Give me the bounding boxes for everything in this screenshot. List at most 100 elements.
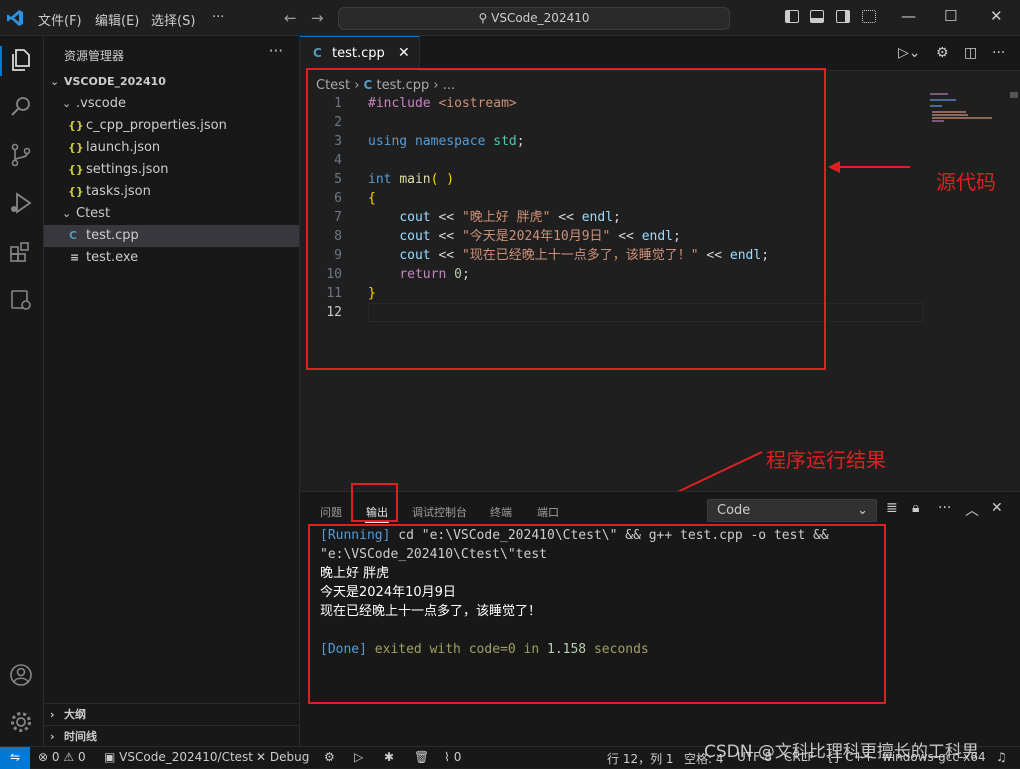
tab-terminal[interactable]: 终端 bbox=[490, 504, 512, 520]
tree-item-settings-json[interactable]: {} settings.json bbox=[44, 159, 299, 181]
settings-gear-icon[interactable]: ⚙ bbox=[936, 45, 949, 61]
search-label: VSCode_202410 bbox=[491, 11, 590, 25]
tree-item-label: test.exe bbox=[86, 250, 139, 265]
run-icon[interactable]: ▷ bbox=[354, 750, 363, 764]
tab-problems[interactable]: 问题 bbox=[320, 504, 342, 520]
editor-tab-bar: C test.cpp ✕ ▷⌄ ⚙ ◫ ··· bbox=[300, 36, 1020, 71]
bottom-panel: 问题 输出 调试控制台 终端 端口 Code ⌄ ≣ 🔒︎ ··· ︿ ✕ [R… bbox=[300, 483, 1020, 746]
manage-gear-icon[interactable] bbox=[8, 709, 34, 735]
tree-item-test-exe[interactable]: ≡ test.exe bbox=[44, 247, 299, 269]
outline-section[interactable]: › 大纲 bbox=[44, 703, 299, 725]
source-code-annotation: 源代码 bbox=[936, 170, 996, 194]
explorer-sidebar: 资源管理器 ··· ⌄ VSCODE_202410 ⌄ .vscode {} c… bbox=[44, 36, 300, 746]
lock-icon[interactable]: 🔒︎ bbox=[912, 500, 919, 516]
close-window-icon[interactable]: ✕ bbox=[990, 7, 1003, 25]
search-icon[interactable] bbox=[8, 94, 34, 120]
workspace-root-folder[interactable]: ⌄ VSCODE_202410 bbox=[44, 71, 299, 93]
antenna-icon: ⌇ bbox=[444, 750, 450, 764]
menu-edit[interactable]: 编辑(E) bbox=[95, 10, 139, 29]
toggle-panel-icon[interactable] bbox=[810, 10, 824, 23]
settings-gear-icon[interactable]: ⚙ bbox=[324, 750, 335, 764]
tree-item-launch-json[interactable]: {} launch.json bbox=[44, 137, 299, 159]
explorer-icon[interactable] bbox=[8, 47, 34, 73]
toggle-secondary-sidebar-icon[interactable] bbox=[836, 10, 850, 23]
tab-test-cpp[interactable]: C test.cpp ✕ bbox=[300, 36, 420, 71]
timeline-label: 时间线 bbox=[64, 730, 97, 743]
accounts-icon[interactable] bbox=[8, 662, 34, 688]
source-control-icon[interactable] bbox=[8, 142, 34, 168]
debug-bug-icon[interactable]: ✱ bbox=[384, 750, 394, 764]
source-code-highlight-box bbox=[306, 68, 826, 370]
chevron-right-icon: › bbox=[50, 708, 55, 721]
ports-indicator[interactable]: ⌇ 0 bbox=[444, 750, 461, 764]
chevron-down-icon: ⌄ bbox=[62, 207, 72, 220]
back-arrow-icon[interactable]: ← bbox=[284, 9, 297, 27]
search-icon: ⚲ bbox=[478, 11, 488, 25]
json-file-icon: {} bbox=[68, 141, 84, 154]
close-tab-icon[interactable]: ✕ bbox=[398, 45, 410, 61]
split-editor-icon[interactable]: ◫ bbox=[964, 45, 977, 61]
workspace-root-label: VSCODE_202410 bbox=[64, 75, 166, 88]
trash-icon[interactable]: 🗑︎ bbox=[414, 750, 429, 764]
more-actions-icon[interactable]: ··· bbox=[938, 500, 951, 516]
minimize-icon[interactable]: — bbox=[901, 7, 916, 25]
json-file-icon: {} bbox=[68, 119, 84, 132]
menu-more[interactable]: ··· bbox=[212, 10, 224, 25]
vscode-logo-icon bbox=[7, 10, 23, 26]
csdn-watermark: CSDN @文科比理科更擅长的工科男 bbox=[704, 742, 979, 762]
forward-arrow-icon[interactable]: → bbox=[311, 9, 324, 27]
outline-label: 大纲 bbox=[64, 708, 86, 721]
minimap[interactable] bbox=[928, 92, 998, 152]
tab-ports[interactable]: 端口 bbox=[537, 504, 559, 520]
maximize-panel-icon[interactable]: ︿ bbox=[965, 500, 979, 520]
maximize-icon[interactable]: ☐ bbox=[944, 7, 957, 25]
notifications-bell-icon[interactable]: ♫ bbox=[996, 750, 1007, 764]
tree-item-label: launch.json bbox=[86, 140, 161, 155]
clear-output-icon[interactable]: ≣ bbox=[886, 500, 898, 516]
remote-indicator[interactable]: ⇋ bbox=[0, 747, 30, 769]
output-line: [Running] cd "e:\VSCode_202410\Ctest\" &… bbox=[320, 528, 829, 543]
debug-config[interactable]: ✕ Debug bbox=[256, 750, 309, 764]
chevron-right-icon: › bbox=[50, 730, 55, 743]
cpp-file-icon: C bbox=[313, 46, 322, 60]
output-line: 今天是2024年10月9日 bbox=[320, 585, 456, 600]
editor-group: C test.cpp ✕ ▷⌄ ⚙ ◫ ··· Ctest › C test.c… bbox=[300, 36, 1020, 510]
tree-item-label: test.cpp bbox=[86, 228, 139, 243]
more-actions-icon[interactable]: ··· bbox=[992, 45, 1005, 61]
tree-item-vscode-folder[interactable]: ⌄ .vscode bbox=[44, 93, 299, 115]
timeline-section[interactable]: › 时间线 bbox=[44, 725, 299, 747]
workspace-indicator[interactable]: ▣ VSCode_202410/Ctest bbox=[104, 750, 253, 764]
output-line: [Done] exited with code=0 in 1.158 secon… bbox=[320, 642, 649, 657]
toggle-primary-sidebar-icon[interactable] bbox=[785, 10, 799, 23]
explorer-more-actions[interactable]: ··· bbox=[269, 42, 283, 60]
tree-item-ctest-folder[interactable]: ⌄ Ctest bbox=[44, 203, 299, 225]
customize-layout-icon[interactable] bbox=[862, 10, 876, 23]
command-center-search[interactable]: ⚲ VSCode_202410 bbox=[338, 7, 730, 30]
tree-item-test-cpp[interactable]: C test.cpp bbox=[44, 225, 299, 247]
annotation-arrow-icon bbox=[828, 161, 910, 173]
active-indicator bbox=[0, 46, 2, 76]
run-code-icon[interactable]: ▷⌄ bbox=[898, 45, 921, 61]
json-file-icon: {} bbox=[68, 163, 84, 176]
extensions-icon[interactable] bbox=[8, 239, 34, 265]
menu-selection[interactable]: 选择(S) bbox=[151, 10, 195, 29]
editor-scrollbar[interactable] bbox=[1008, 92, 1020, 272]
run-debug-icon[interactable] bbox=[8, 190, 34, 216]
explorer-title: 资源管理器 bbox=[64, 49, 125, 63]
activity-bar bbox=[0, 36, 44, 746]
tree-item-label: c_cpp_properties.json bbox=[86, 118, 227, 133]
output-channel-select[interactable]: Code ⌄ bbox=[707, 499, 877, 522]
cursor-position[interactable]: 行 12，列 1 bbox=[607, 750, 674, 767]
tree-item-tasks-json[interactable]: {} tasks.json bbox=[44, 181, 299, 203]
cpp-file-icon: C bbox=[69, 229, 78, 242]
problems-indicator[interactable]: ⊗ 0 ⚠ 0 bbox=[38, 750, 86, 764]
active-tab-underline bbox=[365, 522, 389, 523]
remote-explorer-icon[interactable] bbox=[8, 287, 34, 313]
tree-item-c-cpp-properties[interactable]: {} c_cpp_properties.json bbox=[44, 115, 299, 137]
close-panel-icon[interactable]: ✕ bbox=[991, 500, 1003, 516]
tab-debug-console[interactable]: 调试控制台 bbox=[412, 504, 467, 520]
tab-label: test.cpp bbox=[332, 46, 385, 61]
folder-icon: ▣ bbox=[104, 750, 116, 764]
chevron-down-icon: ⌄ bbox=[50, 75, 60, 88]
menu-file[interactable]: 文件(F) bbox=[38, 10, 82, 29]
